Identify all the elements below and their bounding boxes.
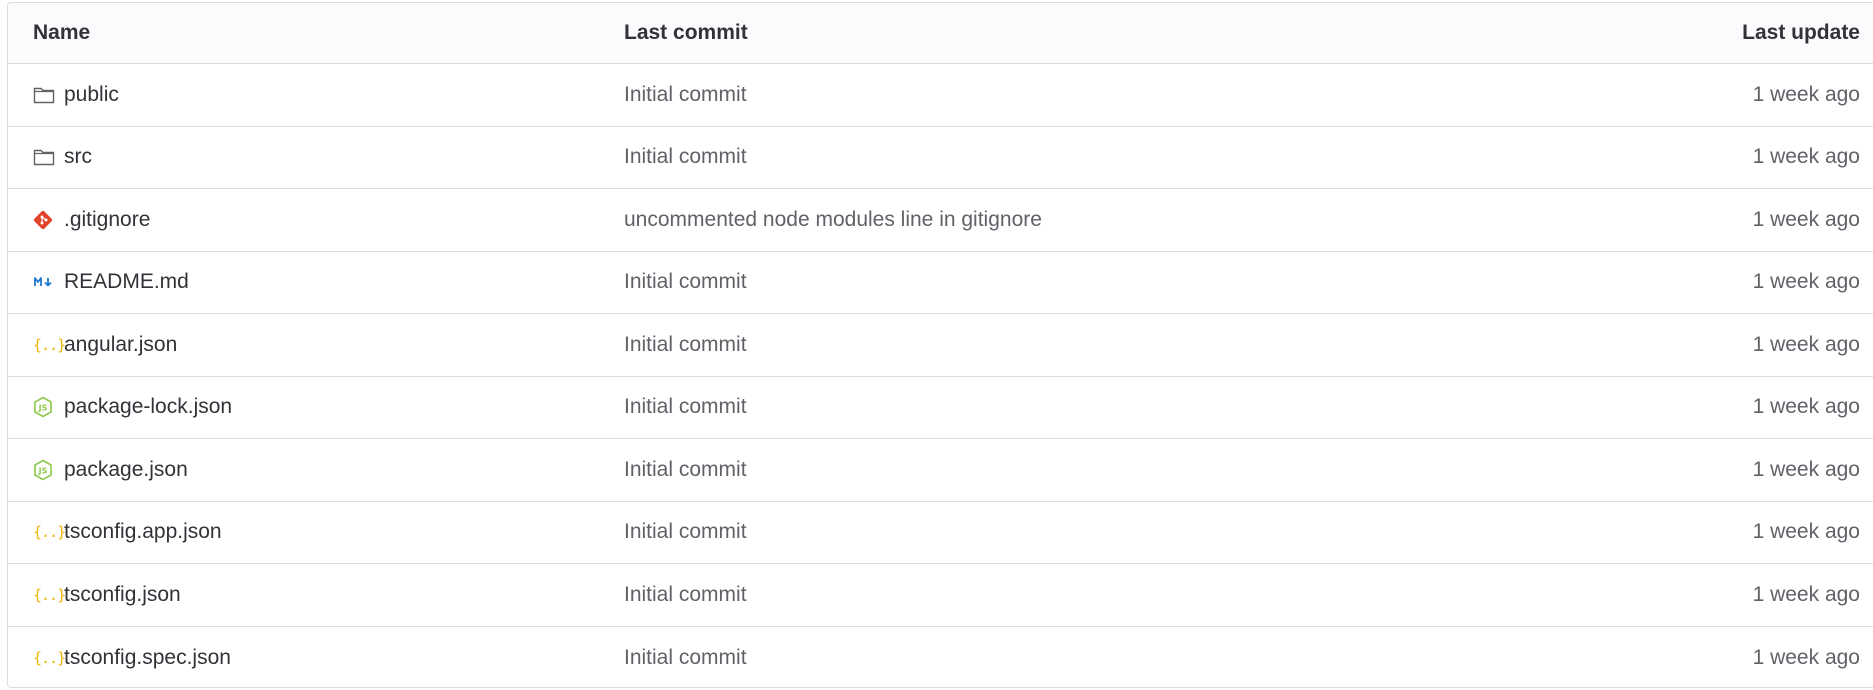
file-name-link[interactable]: README.md bbox=[64, 270, 189, 294]
file-name-link[interactable]: package.json bbox=[64, 458, 188, 482]
commit-message-link[interactable]: Initial commit bbox=[624, 458, 747, 481]
file-name-link[interactable]: tsconfig.json bbox=[64, 583, 181, 607]
table-row[interactable]: {..} tsconfig.json Initial commit 1 week… bbox=[8, 564, 1873, 627]
nodejs-icon: JS bbox=[33, 394, 59, 420]
last-update-time: 1 week ago bbox=[1752, 82, 1860, 106]
file-name-link[interactable]: src bbox=[64, 145, 92, 169]
commit-message-link[interactable]: Initial commit bbox=[624, 145, 747, 168]
last-update-time: 1 week ago bbox=[1752, 395, 1860, 419]
commit-message-link[interactable]: uncommented node modules line in gitigno… bbox=[624, 208, 1042, 231]
folder-icon bbox=[33, 82, 59, 108]
file-name-link[interactable]: tsconfig.spec.json bbox=[64, 646, 231, 670]
svg-text:JS: JS bbox=[38, 466, 48, 475]
file-name-link[interactable]: tsconfig.app.json bbox=[64, 520, 222, 544]
last-update-time: 1 week ago bbox=[1752, 270, 1860, 294]
table-row[interactable]: JS package.json Initial commit 1 week ag… bbox=[8, 439, 1873, 502]
last-update-time: 1 week ago bbox=[1752, 582, 1860, 606]
svg-text:JS: JS bbox=[38, 404, 48, 413]
table-row[interactable]: {..} tsconfig.app.json Initial commit 1 … bbox=[8, 502, 1873, 564]
json-icon: {..} bbox=[33, 648, 66, 667]
table-header: Name Last commit Last update bbox=[8, 3, 1873, 64]
table-row[interactable]: JS package-lock.json Initial commit 1 we… bbox=[8, 377, 1873, 439]
commit-message-link[interactable]: Initial commit bbox=[624, 270, 747, 293]
file-tree-table: Name Last commit Last update public Init… bbox=[7, 2, 1873, 688]
commit-message-link[interactable]: Initial commit bbox=[624, 646, 747, 669]
folder-icon bbox=[33, 144, 59, 170]
last-update-time: 1 week ago bbox=[1752, 645, 1860, 669]
last-update-time: 1 week ago bbox=[1752, 145, 1860, 169]
json-icon: {..} bbox=[33, 585, 66, 604]
header-last-commit: Last commit bbox=[624, 21, 748, 44]
last-update-time: 1 week ago bbox=[1752, 457, 1860, 481]
header-name: Name bbox=[33, 21, 91, 44]
commit-message-link[interactable]: Initial commit bbox=[624, 83, 747, 106]
file-name-link[interactable]: public bbox=[64, 83, 119, 107]
last-update-time: 1 week ago bbox=[1752, 332, 1860, 356]
file-name-link[interactable]: angular.json bbox=[64, 333, 177, 357]
file-name-link[interactable]: .gitignore bbox=[64, 208, 150, 232]
table-row[interactable]: {..} tsconfig.spec.json Initial commit 1… bbox=[8, 627, 1873, 688]
table-row[interactable]: src Initial commit 1 week ago bbox=[8, 127, 1873, 189]
git-icon bbox=[33, 207, 59, 233]
header-last-update: Last update bbox=[1742, 21, 1860, 44]
commit-message-link[interactable]: Initial commit bbox=[624, 333, 747, 356]
markdown-icon bbox=[33, 269, 59, 295]
file-name-link[interactable]: package-lock.json bbox=[64, 395, 232, 419]
table-row[interactable]: public Initial commit 1 week ago bbox=[8, 64, 1873, 127]
json-icon: {..} bbox=[33, 335, 66, 354]
commit-message-link[interactable]: Initial commit bbox=[624, 520, 747, 543]
table-row[interactable]: .gitignore uncommented node modules line… bbox=[8, 189, 1873, 252]
table-row[interactable]: README.md Initial commit 1 week ago bbox=[8, 252, 1873, 314]
nodejs-icon: JS bbox=[33, 457, 59, 483]
json-icon: {..} bbox=[33, 523, 66, 542]
commit-message-link[interactable]: Initial commit bbox=[624, 583, 747, 606]
table-row[interactable]: {..} angular.json Initial commit 1 week … bbox=[8, 314, 1873, 377]
commit-message-link[interactable]: Initial commit bbox=[624, 395, 747, 418]
last-update-time: 1 week ago bbox=[1752, 520, 1860, 544]
last-update-time: 1 week ago bbox=[1752, 207, 1860, 231]
